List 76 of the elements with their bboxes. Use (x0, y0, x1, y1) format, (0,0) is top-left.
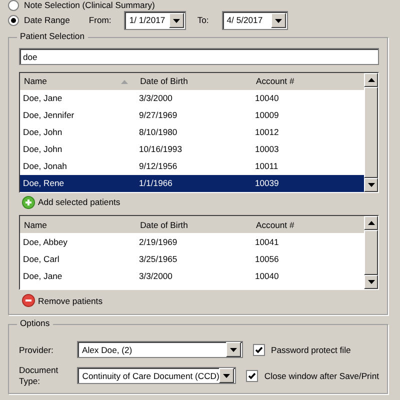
table-cell-text: Doe, Rene (22, 178, 66, 189)
table-cell-text: Doe, John (22, 127, 64, 138)
table-cell-text: 10056 (254, 254, 280, 264)
column-header[interactable]: Account # (252, 220, 364, 230)
scroll-up-icon (368, 221, 374, 226)
table-cell-text: 10/16/1993 (138, 144, 183, 155)
checkbox-label: Password protect file (271, 344, 351, 355)
radio-label: Note Selection (Clinical Summary) (24, 0, 155, 10)
scroll-up-icon (368, 78, 374, 82)
dropdown-arrow-icon (223, 374, 230, 378)
table-cell-text: 1/1/1966 (138, 178, 174, 189)
list-row[interactable]: Doe, Jonah 9/12/1956 10011 (20, 158, 364, 175)
column-header[interactable]: Date of Birth (136, 76, 252, 87)
plus-icon (22, 196, 35, 209)
list-row[interactable]: Doe, John 8/10/1980 10012 (20, 124, 364, 141)
list-row[interactable]: Doe, John 10/16/1993 10003 (20, 141, 364, 158)
scroll-down-icon (368, 183, 374, 187)
table-cell-text: 3/3/2000 (138, 93, 174, 104)
table-cell-text: 10011 (254, 161, 280, 172)
list-row[interactable]: Doe, Jane 3/3/2000 10040 (20, 90, 364, 107)
table-cell-text: 10040 (254, 93, 280, 104)
radio-button[interactable] (8, 15, 19, 26)
table-cell-text: 3/25/1965 (138, 254, 178, 264)
scrollbar[interactable] (364, 73, 378, 192)
checkbox[interactable] (246, 370, 258, 382)
table-cell-text: 10009 (254, 110, 280, 121)
table-cell-text: 8/10/1980 (138, 127, 178, 138)
to-label: To: (197, 15, 209, 26)
table-cell-text: 9/27/1969 (138, 110, 178, 121)
table-cell-text: 10012 (254, 127, 280, 138)
field-label: Provider: (19, 344, 54, 355)
remove-patients-button[interactable]: Remove patients (19, 293, 106, 308)
list-row[interactable]: Doe, Abbey 2/19/1969 10041 (20, 233, 364, 250)
radio-button[interactable] (8, 0, 19, 10)
column-header[interactable]: Name (20, 220, 136, 230)
table-cell-text: 3/3/2000 (138, 270, 174, 281)
group-title: Options (17, 318, 53, 328)
dropdown[interactable]: 1/ 1/2017 (124, 11, 186, 30)
table-cell-text: Doe, Jane (22, 93, 64, 104)
dropdown[interactable]: 4/ 5/2017 (222, 11, 288, 30)
search-field[interactable]: doe (19, 48, 379, 65)
radio-label: Date Range (24, 15, 70, 26)
field-label: Document Type: (19, 365, 60, 386)
scrollbar[interactable] (364, 216, 378, 290)
table-cell-text: Doe, Jonah (22, 161, 68, 172)
column-header[interactable]: Account # (252, 76, 364, 87)
dropdown-arrow-icon (230, 348, 237, 352)
column-header[interactable]: Date of Birth (136, 220, 252, 230)
scroll-down-icon (368, 280, 374, 284)
list-row[interactable]: Doe, Rene 1/1/1966 10039 (20, 175, 364, 192)
table-cell-text: Doe, Jane (22, 270, 64, 281)
list-row[interactable]: Doe, Jennifer 9/27/1969 10009 (20, 107, 364, 124)
table-cell-text: 10003 (254, 144, 280, 155)
table-cell-text: 10041 (254, 236, 280, 247)
table-cell-text: Doe, Abbey (22, 236, 68, 247)
dropdown-arrow-icon (274, 18, 282, 22)
list-row[interactable]: Doe, Carl 3/25/1965 10056 (20, 250, 364, 268)
table-cell-text: Doe, Carl (22, 254, 60, 264)
table-cell-text: 9/12/1956 (138, 161, 178, 172)
minus-icon (22, 294, 35, 308)
dropdown-arrow-icon (173, 18, 180, 22)
dropdown[interactable]: Alex Doe, (2) (77, 341, 243, 358)
from-label: From: (88, 15, 112, 26)
table-cell-text: 10040 (254, 270, 280, 281)
group-title: Patient Selection (17, 31, 88, 42)
table-cell-text: 10039 (254, 178, 280, 189)
add-patients-button[interactable]: Add selected patients (19, 195, 124, 210)
table-cell-text: Doe, John (22, 144, 64, 155)
table-cell-text: 2/19/1969 (138, 236, 178, 247)
checkbox-label: Close window after Save/Print (264, 370, 379, 381)
table-cell-text: Doe, Jennifer (22, 110, 76, 121)
column-header[interactable]: Name (20, 76, 136, 87)
dropdown[interactable]: Continuity of Care Document (CCD) (77, 367, 236, 384)
checkbox[interactable] (253, 344, 265, 356)
sort-arrow-icon (121, 80, 128, 84)
list-row[interactable]: Doe, Jane 3/3/2000 10040 (20, 267, 364, 284)
